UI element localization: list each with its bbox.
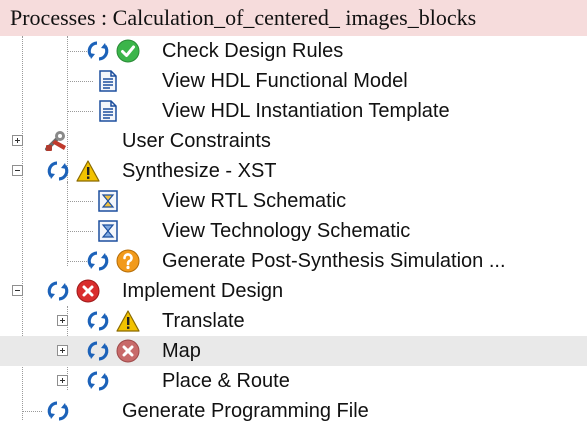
tree-item-user-constraints[interactable]: User Constraints — [0, 126, 587, 156]
error-circle-icon — [116, 339, 140, 363]
tree-item-check-design-rules[interactable]: Check Design Rules — [0, 36, 587, 66]
tree-item-label: Generate Programming File — [122, 400, 369, 422]
expand-toggle[interactable] — [12, 135, 23, 146]
panel-title: Processes : Calculation_of_centered_ ima… — [0, 0, 587, 36]
tree-item-synthesize-xst[interactable]: Synthesize - XST — [0, 156, 587, 186]
error-circle-icon — [76, 279, 100, 303]
tree-item-label: View RTL Schematic — [162, 190, 347, 212]
schematic-icon — [96, 219, 120, 243]
tree-item-label: View Technology Schematic — [162, 220, 411, 242]
tree-item-implement-design[interactable]: Implement Design — [0, 276, 587, 306]
tree-item-translate[interactable]: Translate — [0, 306, 587, 336]
tree-item-label: Check Design Rules — [162, 40, 344, 62]
tree-item-label: Implement Design — [122, 280, 284, 302]
document-icon — [96, 69, 120, 93]
rerun-arrows-icon — [46, 399, 70, 423]
tree-item-label: Synthesize - XST — [122, 160, 277, 182]
expand-toggle[interactable] — [57, 375, 68, 386]
rerun-arrows-icon — [86, 339, 110, 363]
tree-item-label: View HDL Instantiation Template — [162, 100, 450, 122]
tree-item-label: View HDL Functional Model — [162, 70, 408, 92]
rerun-arrows-icon — [86, 249, 110, 273]
tree-item-label: Generate Post-Synthesis Simulation ... — [162, 250, 506, 272]
tree-item-view-rtl-schematic[interactable]: View RTL Schematic — [0, 186, 587, 216]
green-check-icon — [116, 39, 140, 63]
document-icon — [96, 99, 120, 123]
tree-item-view-technology-schematic[interactable]: View Technology Schematic — [0, 216, 587, 246]
rerun-arrows-icon — [46, 159, 70, 183]
tree-item-generate-programming-file[interactable]: Generate Programming File — [0, 396, 587, 426]
tree-item-place-and-route[interactable]: Place & Route — [0, 366, 587, 396]
tree-item-label: Place & Route — [162, 370, 290, 392]
process-tree: Check Design Rules View HDL Functional M… — [0, 36, 587, 434]
expand-toggle[interactable] — [57, 315, 68, 326]
warning-triangle-icon — [116, 309, 140, 333]
rerun-arrows-icon — [86, 39, 110, 63]
tree-item-view-hdl-instantiation-template[interactable]: View HDL Instantiation Template — [0, 96, 587, 126]
tree-item-label: Map — [162, 340, 201, 362]
question-circle-icon — [116, 249, 140, 273]
rerun-arrows-icon — [86, 309, 110, 333]
tools-icon — [44, 129, 68, 153]
warning-triangle-icon — [76, 159, 100, 183]
schematic-icon — [96, 189, 120, 213]
expand-toggle[interactable] — [57, 345, 68, 356]
tree-item-label: Translate — [162, 310, 245, 332]
tree-item-map[interactable]: Map — [0, 336, 587, 366]
collapse-toggle[interactable] — [12, 165, 23, 176]
rerun-arrows-icon — [46, 279, 70, 303]
tree-item-generate-post-synthesis-simulation[interactable]: Generate Post-Synthesis Simulation ... — [0, 246, 587, 276]
tree-item-label: User Constraints — [122, 130, 271, 152]
rerun-arrows-icon — [86, 369, 110, 393]
tree-item-view-hdl-functional-model[interactable]: View HDL Functional Model — [0, 66, 587, 96]
collapse-toggle[interactable] — [12, 285, 23, 296]
